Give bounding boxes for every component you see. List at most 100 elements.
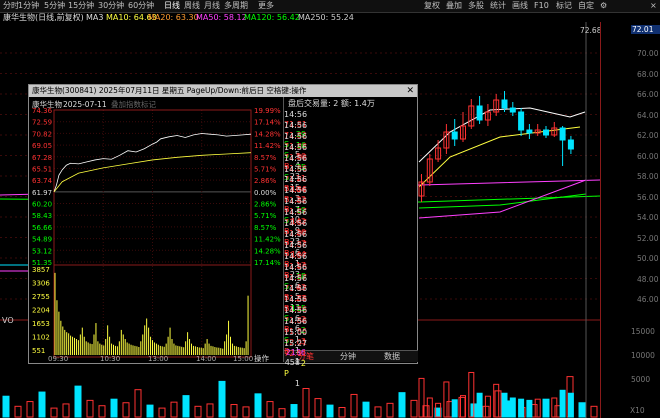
mini-price-label: 70.82: [32, 130, 52, 138]
trade-time: 14:56: [284, 240, 308, 250]
volume-bar: [110, 398, 118, 418]
volume-bar: [86, 399, 94, 418]
volume-bar: [170, 401, 178, 418]
trade-row: 14:56 71.87 23 B 6: [284, 274, 418, 323]
trade-time: 14:56: [284, 208, 308, 218]
mini-time-label: 09:30: [48, 355, 68, 362]
trade-time: 14:56: [284, 295, 308, 305]
mini-pct-label: 14.28%: [254, 130, 281, 138]
volume-bar: [410, 399, 418, 418]
mini-time-label: 15:00: [233, 355, 253, 362]
period-tab-5[interactable]: 60分钟: [128, 0, 154, 12]
price-tick: 68.00: [637, 69, 659, 79]
trade-row: 14:56 71.86 18 S 5: [284, 251, 418, 301]
period-tab-7[interactable]: 周线: [184, 0, 200, 12]
trade-row: 14:56 71.82 16 S 4: [284, 121, 418, 170]
trade-row: 15:00 72.01 2136 458: [284, 328, 418, 367]
close-icon[interactable]: ✕: [406, 85, 414, 97]
trade-row: 14:56 71.86 75 S 15: [284, 142, 418, 192]
mini-time-label: 13:00: [148, 355, 168, 362]
period-tab-1[interactable]: 1分钟: [18, 0, 39, 12]
volume-bar: [230, 404, 238, 418]
popup-title-bar[interactable]: 康华生物(300841) 2025年07月11日 星期五 PageUp/Down…: [29, 85, 417, 97]
toolbar-button-5[interactable]: F10: [534, 0, 549, 12]
mini-vol-label: 1102: [32, 334, 50, 342]
volume-bar: [578, 402, 586, 418]
price-tick: 56.00: [637, 192, 659, 202]
toolbar-button-3[interactable]: 统计: [490, 0, 506, 12]
mini-price-label: 63.74: [32, 177, 53, 185]
trade-row: 14:56 71.87 43 B 13: [284, 263, 418, 312]
toolbar-button-6[interactable]: 标记: [556, 0, 572, 12]
volume-bar: [254, 393, 262, 418]
mini-pct-label: 19.99%: [254, 107, 281, 115]
period-tab-8[interactable]: 月线: [204, 0, 220, 12]
trade-time: 14:56: [284, 197, 308, 207]
volume-bar: [326, 404, 334, 418]
mini-pct-label: 8.57%: [254, 154, 277, 162]
price-tick: 64.00: [637, 110, 659, 120]
trade-row: 14:56 71.81 29 S 5: [284, 110, 418, 159]
volume-bar: [146, 404, 154, 418]
volume-bar: [482, 405, 490, 418]
candle-body: [451, 131, 458, 140]
trade-row: 14:56 71.86 104 B 7: [284, 165, 418, 214]
toolbar-button-1[interactable]: 叠加: [446, 0, 462, 12]
volume-bar: [290, 404, 298, 418]
volume-bar: [534, 398, 541, 418]
period-tab-9[interactable]: 多周期: [224, 0, 248, 12]
mini-pct-label: 14.28%: [254, 247, 281, 255]
price-tick: 66.00: [637, 90, 659, 99]
toolbar-button-2[interactable]: 多股: [468, 0, 484, 12]
volume-bar: [62, 403, 70, 418]
period-tab-6[interactable]: 日线: [164, 0, 180, 12]
price-tick: 54.00: [637, 213, 659, 222]
popup-title: 康华生物(300841) 2025年07月11日 星期五 PageUp/Down…: [32, 86, 307, 95]
mini-pct-label: 2.86%: [254, 201, 277, 209]
volume-bar: [451, 399, 458, 418]
trade-ticks-panel: 盘后交易量: 2 额: 1.4万 分笔 分钟 数据 14:56 71.81 29 S 5 14…: [283, 97, 418, 388]
volume-bar: [386, 402, 394, 418]
trade-row: 14:56 71.87 144 B 23: [284, 229, 418, 279]
current-price-tag: 72.01: [631, 25, 660, 34]
trade-volume: 2: [300, 358, 306, 368]
close-icon[interactable]: ×: [650, 0, 657, 12]
trade-row: 14:56 71.87 142 B 23: [284, 197, 418, 246]
mini-vol-label: 2204: [32, 307, 50, 315]
period-tab-3[interactable]: 15分钟: [68, 0, 94, 12]
trade-row: 14:56 71.86 115 S 6: [284, 284, 418, 333]
period-tab-0[interactable]: 分时: [3, 0, 19, 12]
trade-row: 14:56 71.87 17 B 6: [284, 240, 418, 290]
trade-time: 14:56: [284, 229, 308, 239]
trade-time: 14:56: [284, 110, 308, 119]
candle-body: [476, 105, 483, 121]
trade-row: 14:56 71.86 11 B 3: [284, 154, 418, 203]
volume-bar: [122, 402, 130, 418]
price-axis: 72.01 70.00 68.00 66.00 64.00 62.00 60.00 58.0…: [600, 22, 660, 418]
trade-price: 72.01: [284, 348, 307, 358]
period-tab-4[interactable]: 30分钟: [98, 0, 124, 12]
intraday-popup-window[interactable]: 康华生物(300841) 2025年07月11日 星期五 PageUp/Down…: [28, 84, 418, 388]
period-tab-2[interactable]: 5分钟: [44, 0, 65, 12]
volume-bar: [302, 388, 310, 418]
toolbar-button-7[interactable]: 自定: [578, 0, 594, 12]
period-tab-10[interactable]: 更多: [258, 0, 274, 12]
volume-bar: [338, 407, 346, 418]
toolbar-button-4[interactable]: 画线: [512, 0, 528, 12]
price-tick: 62.00: [637, 131, 659, 140]
toolbar-button-8[interactable]: ⚙: [600, 0, 607, 12]
trade-row: 15:27 72.01 2 P 1: [284, 339, 418, 388]
mini-price-label: 65.51: [32, 165, 52, 173]
trade-time: 14:56: [284, 142, 308, 152]
mini-price-label: 69.05: [32, 142, 52, 150]
trade-time: 14:56: [284, 251, 308, 261]
mini-vol-label: 2755: [32, 293, 50, 301]
volume-bar: [518, 398, 525, 418]
trade-time: 14:56: [284, 175, 308, 185]
volume-bar: [134, 389, 142, 418]
mini-price-label: 67.28: [32, 154, 52, 162]
toolbar-button-0[interactable]: 复权: [424, 0, 440, 12]
operate-button[interactable]: 操作: [254, 353, 269, 362]
intraday-chart: 康华生物 2025-07-11 叠加指数标记74.3672.5970.8269.05…: [32, 99, 281, 362]
volume-bar: [501, 392, 508, 418]
